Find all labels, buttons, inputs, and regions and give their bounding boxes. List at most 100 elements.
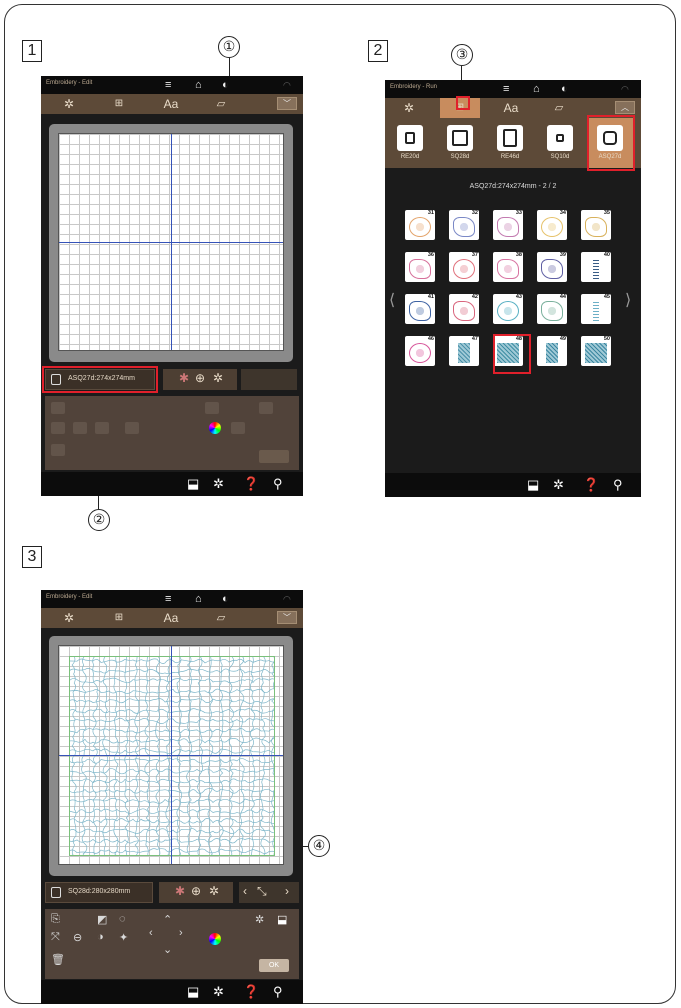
zoom-fit-icon[interactable]: ✲ [209,884,219,898]
tab-patterns[interactable]: ✲ [389,98,429,118]
pattern-thumb-44[interactable]: 44 [537,294,567,324]
hand-icon[interactable]: ✱ [175,884,185,898]
pattern-thumb-40[interactable]: 40 [581,252,611,282]
tool-align[interactable] [231,422,245,434]
chevron-up-icon[interactable]: ︿ [615,101,635,114]
hoop-grid[interactable] [58,645,284,865]
hoop-move-icon[interactable]: ⬓ [187,984,199,1000]
pattern-thumb-31[interactable]: 31 [405,210,435,240]
down-arrow-icon[interactable]: ⌄ [163,943,172,956]
center-icon[interactable]: ✦ [119,931,128,944]
pattern-thumb-47[interactable]: 47 [449,336,479,366]
help-icon[interactable]: ❓ [583,477,599,493]
prev-select-icon[interactable]: ‹ [243,884,247,898]
tool-mirror[interactable] [95,422,109,434]
pattern-thumb-35[interactable]: 35 [581,210,611,240]
hand-icon[interactable]: ✱ [179,371,189,385]
menu-icon[interactable]: ≡ [165,592,171,606]
hoop-size-button[interactable]: SQ28d:280x280mm [45,882,153,903]
hoop-re46d[interactable] [497,125,523,151]
tab-hoop-select[interactable]: ▱ [539,98,579,118]
flip-icon[interactable]: ⊖ [73,931,82,944]
hoop-re20d[interactable] [397,125,423,151]
copy-icon[interactable]: ⎘ [51,913,60,926]
chevron-down-icon[interactable]: ﹀ [277,611,297,624]
next-page-icon[interactable]: ⟩ [625,290,631,310]
menu-icon[interactable]: ≡ [165,78,171,92]
help-icon[interactable]: ❓ [243,984,259,1000]
tool-group[interactable] [205,402,219,414]
next-select-icon[interactable]: › [285,884,289,898]
tab-quilt-icon[interactable]: ⊞ [99,608,139,628]
pattern-thumb-39[interactable]: 39 [537,252,567,282]
rotate-icon[interactable]: ◌ [119,913,126,925]
pattern-thumb-43[interactable]: 43 [493,294,523,324]
chevron-down-icon[interactable]: ﹀ [277,97,297,110]
right-arrow-icon[interactable]: › [179,927,183,939]
tab-hoop-select[interactable]: ▱ [201,608,241,628]
pattern-thumb-32[interactable]: 32 [449,210,479,240]
pattern-edit-icon[interactable]: ✲ [255,913,264,926]
hoop-sq28d[interactable] [447,125,473,151]
settings-icon[interactable]: ✲ [213,476,224,492]
menu-icon[interactable]: ≡ [503,82,509,96]
back-icon[interactable]: ◐ [561,82,568,96]
tool-icon[interactable]: ⚲ [273,984,283,1000]
pattern-highlight [493,334,531,374]
pattern-thumb-41[interactable]: 41 [405,294,435,324]
back-icon[interactable]: ◐ [222,592,229,606]
zoom-in-icon[interactable]: ⊕ [195,371,205,385]
prev-page-icon[interactable]: ⟨ [389,290,395,310]
settings-icon[interactable]: ✲ [553,477,564,493]
select-pointer-icon[interactable]: ⤡ [257,884,267,899]
hoop-grid[interactable] [58,133,284,351]
tool-copy[interactable] [51,402,65,414]
tool-delete[interactable] [51,444,65,456]
tool-resize[interactable] [51,422,65,434]
tab-quilt-icon[interactable]: ⊞ [99,94,139,114]
delete-icon[interactable]: 🗑 [51,953,65,966]
color-wheel-icon[interactable] [209,422,221,434]
tab-text[interactable]: Aa [151,94,191,114]
home-icon[interactable]: ⌂ [195,592,202,606]
tab-text[interactable]: Aa [151,608,191,628]
meander-pattern[interactable] [69,656,275,856]
home-icon[interactable]: ⌂ [533,82,540,96]
ok-button[interactable]: OK [259,959,289,972]
layer-icon[interactable]: ◩ [97,913,107,926]
back-icon[interactable]: ◐ [222,78,229,92]
hoop-move-icon[interactable]: ⬓ [187,476,199,492]
tab-text[interactable]: Aa [491,98,531,118]
zoom-fit-icon[interactable]: ✲ [213,371,223,385]
pattern-thumb-42[interactable]: 42 [449,294,479,324]
pattern-thumb-37[interactable]: 37 [449,252,479,282]
pattern-thumb-50[interactable]: 50 [581,336,611,366]
tool-arrows[interactable] [125,422,139,434]
mirror-icon[interactable]: ◑ [97,931,104,943]
settings-icon[interactable]: ✲ [213,984,224,1000]
ok-button[interactable] [259,450,289,463]
tool-flip[interactable] [73,422,87,434]
pattern-thumb-33[interactable]: 33 [493,210,523,240]
pattern-thumb-38[interactable]: 38 [493,252,523,282]
tab-patterns[interactable]: ✲ [49,94,89,114]
left-arrow-icon[interactable]: ‹ [149,927,153,939]
tool-icon[interactable]: ⚲ [613,477,623,493]
hoop-move-icon[interactable]: ⬓ [277,913,287,926]
pattern-thumb-45[interactable]: 45 [581,294,611,324]
pattern-thumb-34[interactable]: 34 [537,210,567,240]
resize-icon[interactable]: ⤧ [51,931,60,944]
tool-icon[interactable]: ⚲ [273,476,283,492]
pattern-thumb-36[interactable]: 36 [405,252,435,282]
tab-patterns[interactable]: ✲ [49,608,89,628]
home-icon[interactable]: ⌂ [195,78,202,92]
tool-grid[interactable] [259,402,273,414]
pattern-thumb-49[interactable]: 49 [537,336,567,366]
up-arrow-icon[interactable]: ⌃ [163,913,172,926]
help-icon[interactable]: ❓ [243,476,259,492]
pattern-thumb-46[interactable]: 46 [405,336,435,366]
hoop-sq10d[interactable] [547,125,573,151]
hoop-move-icon[interactable]: ⬓ [527,477,539,493]
zoom-in-icon[interactable]: ⊕ [191,884,201,898]
color-wheel-icon[interactable] [209,933,221,945]
